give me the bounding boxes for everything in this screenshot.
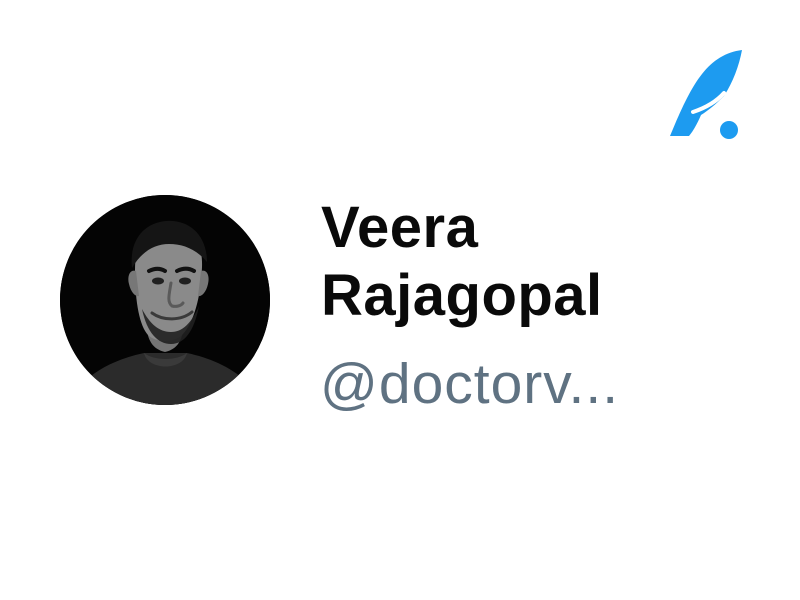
profile-name-first: Veera [321, 195, 479, 260]
profile-handle: @doctorv... [320, 352, 620, 416]
profile-name: Veera Rajagopal [321, 194, 741, 330]
quill-feather-icon [670, 50, 742, 139]
profile-card: Veera Rajagopal @doctorv... [0, 0, 800, 600]
avatar [60, 195, 270, 405]
profile-name-last: Rajagopal [321, 263, 603, 328]
person-photo-avatar [60, 195, 270, 405]
